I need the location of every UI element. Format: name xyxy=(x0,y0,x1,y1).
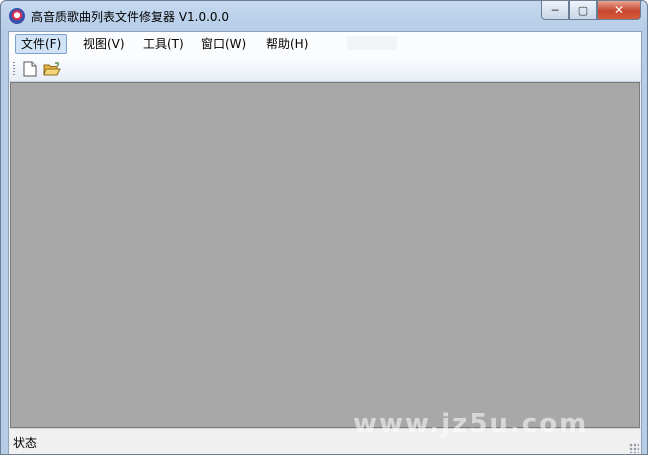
resize-grip-icon[interactable] xyxy=(629,443,639,453)
close-icon: ✕ xyxy=(613,3,625,17)
window-title: 高音质歌曲列表文件修复器 V1.0.0.0 xyxy=(31,10,230,24)
app-icon[interactable] xyxy=(9,8,25,24)
menu-file[interactable]: 文件(F) xyxy=(15,34,68,54)
caption-buttons: ─ ▢ ✕ xyxy=(541,1,641,21)
status-text: 状态 xyxy=(13,436,38,450)
menu-spacer xyxy=(347,36,397,50)
menu-bar: 文件(F) 视图(V) 工具(T) 窗口(W) 帮助(H) xyxy=(9,32,641,57)
new-file-button[interactable] xyxy=(20,60,40,78)
menu-window[interactable]: 窗口(W) xyxy=(196,35,251,53)
maximize-button[interactable]: ▢ xyxy=(569,1,597,20)
new-file-icon xyxy=(23,61,37,77)
toolbar xyxy=(9,57,641,82)
toolbar-grip[interactable] xyxy=(13,62,15,76)
close-button[interactable]: ✕ xyxy=(597,1,641,20)
minimize-button[interactable]: ─ xyxy=(541,1,569,20)
menu-help[interactable]: 帮助(H) xyxy=(261,35,313,53)
open-file-button[interactable] xyxy=(42,60,62,78)
menu-tools[interactable]: 工具(T) xyxy=(138,35,189,53)
minimize-icon: ─ xyxy=(551,3,559,17)
mdi-workspace[interactable] xyxy=(10,82,640,428)
maximize-icon: ▢ xyxy=(577,3,589,17)
app-window: 高音质歌曲列表文件修复器 V1.0.0.0 ─ ▢ ✕ 文件(F) 视图(V) … xyxy=(0,0,648,455)
title-bar[interactable]: 高音质歌曲列表文件修复器 V1.0.0.0 ─ ▢ ✕ xyxy=(1,1,647,31)
watermark: www.jz5u.com xyxy=(353,409,589,439)
menu-view[interactable]: 视图(V) xyxy=(78,35,130,53)
open-folder-icon xyxy=(43,61,61,75)
client-area: 文件(F) 视图(V) 工具(T) 窗口(W) 帮助(H) 状态 xyxy=(8,31,642,454)
